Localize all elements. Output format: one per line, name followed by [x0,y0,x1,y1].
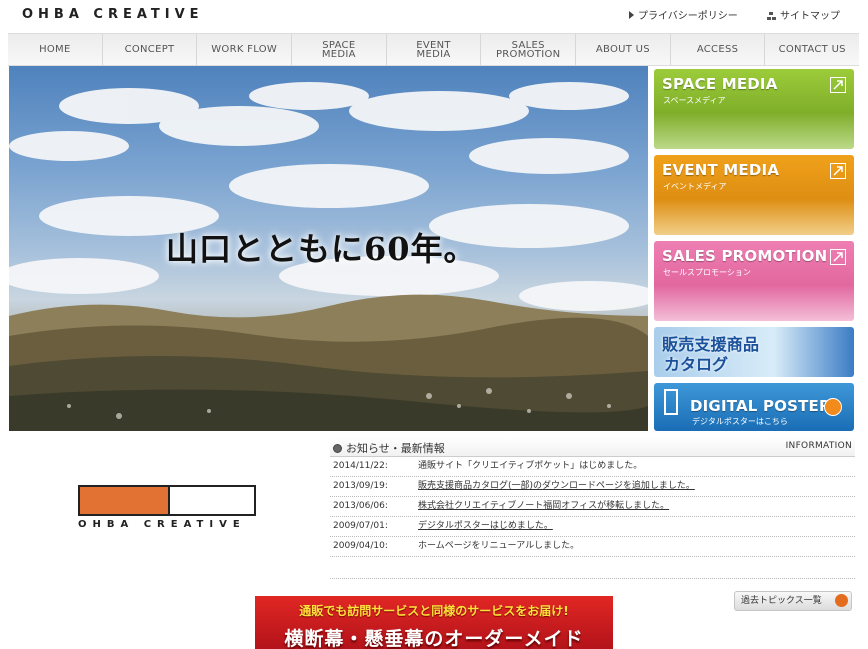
nav-event-media[interactable]: EVENT MEDIA [387,34,482,65]
bullet-icon [333,444,342,453]
site-brand[interactable]: OHBA CREATIVE [22,7,204,22]
news-item: 2013/09/19: 販売支援商品カタログ(一部)のダウンロードページを追加し… [330,477,855,497]
digital-poster-title: DIGITAL POSTER [690,397,831,415]
space-media-banner[interactable]: SPACE MEDIA スペースメディア [654,69,854,149]
news-item-empty [330,557,855,579]
arrow-right-circle-icon [835,594,848,607]
nav-space-media[interactable]: SPACE MEDIA [292,34,387,65]
arrow-up-right-icon [830,77,846,93]
news-item: 2013/06/06: 株式会社クリエイティブノート福岡オフィスが移転しました。 [330,497,855,517]
arrow-up-right-icon [830,249,846,265]
banner-headline: 横断幕・懸垂幕のオーダーメイド [284,628,584,649]
news-date: 2013/09/19: [333,481,388,491]
news-date: 2013/06/06: [333,501,388,511]
sales-promotion-subtitle: セールスプロモーション [663,268,751,277]
arrow-right-circle-icon [824,398,842,416]
news-link[interactable]: 株式会社クリエイティブノート福岡オフィスが移転しました。 [418,497,669,516]
hero-headline: 山口とともに60年。 [166,230,477,268]
space-media-title: SPACE MEDIA [662,75,778,93]
news-link[interactable]: 販売支援商品カタログ(一部)のダウンロードページを追加しました。 [418,477,695,496]
monitor-icon [664,389,678,415]
news-link[interactable]: デジタルポスターはじめました。 [418,517,553,536]
sales-promotion-title: SALES PROMOTION [662,247,828,265]
nav-sales-promotion[interactable]: SALES PROMOTION [481,34,577,65]
news-section: お知らせ・最新情報 INFORMATION 2014/11/22: 通販サイト「… [330,437,855,579]
privacy-policy-link[interactable]: プライバシーポリシー [629,11,738,22]
digital-poster-subtitle: デジタルポスターはこちら [692,417,788,426]
sitemap-link[interactable]: サイトマップ [767,11,840,22]
past-topics-button[interactable]: 過去トピックス一覧 [734,591,852,611]
nav-concept[interactable]: CONCEPT [103,34,198,65]
news-item: 2009/07/01: デジタルポスターはじめました。 [330,517,855,537]
logo-mark [78,485,256,516]
hero-image: 山口とともに60年。 [9,66,648,431]
banner-tagline: 通販でも訪問サービスと同様のサービスをお届け! [299,604,569,618]
catalog-banner[interactable]: 販売支援商品 カタログ [654,327,854,377]
news-date: 2009/07/01: [333,521,388,531]
nav-about-us[interactable]: ABOUT US [576,34,671,65]
global-nav: HOME CONCEPT WORK FLOW SPACE MEDIA EVENT… [8,33,859,66]
news-item: 2014/11/22: 通販サイト「クリエイティブポケット」はじめました。 [330,457,855,477]
nav-home[interactable]: HOME [8,34,103,65]
news-item: 2009/04/10: ホームページをリニューアルしました。 [330,537,855,557]
nav-access[interactable]: ACCESS [671,34,766,65]
nav-work-flow[interactable]: WORK FLOW [197,34,293,65]
event-media-banner[interactable]: EVENT MEDIA イベントメディア [654,155,854,235]
arrow-up-right-icon [830,163,846,179]
news-text: ホームページをリニューアルしました。 [418,541,580,551]
news-header: お知らせ・最新情報 INFORMATION [330,437,855,457]
sitemap-icon [767,12,776,20]
sales-promotion-banner[interactable]: SALES PROMOTION セールスプロモーション [654,241,854,321]
news-date: 2014/11/22: [333,461,388,471]
event-media-title: EVENT MEDIA [662,161,780,179]
event-media-subtitle: イベントメディア [663,182,727,191]
digital-poster-banner[interactable]: DIGITAL POSTER デジタルポスターはこちら [654,383,854,431]
triangle-right-icon [629,11,634,19]
top-bar: OHBA CREATIVE プライバシーポリシー サイトマップ [0,0,868,30]
catalog-title-line2: カタログ [664,355,729,374]
utility-links: プライバシーポリシー サイトマップ [603,7,840,22]
order-made-banner[interactable]: 通販でも訪問サービスと同様のサービスをお届け! 横断幕・懸垂幕のオーダーメイド [255,596,613,649]
company-logo: OHBA CREATIVE [78,485,256,530]
news-text: 通販サイト「クリエイティブポケット」はじめました。 [418,461,643,471]
space-media-subtitle: スペースメディア [663,96,726,105]
news-title: お知らせ・最新情報 [346,442,445,455]
logo-wordmark: OHBA CREATIVE [78,519,246,530]
news-date: 2009/04/10: [333,541,388,551]
nav-contact-us[interactable]: CONTACT US [765,34,859,65]
news-section-label: INFORMATION [785,441,852,451]
